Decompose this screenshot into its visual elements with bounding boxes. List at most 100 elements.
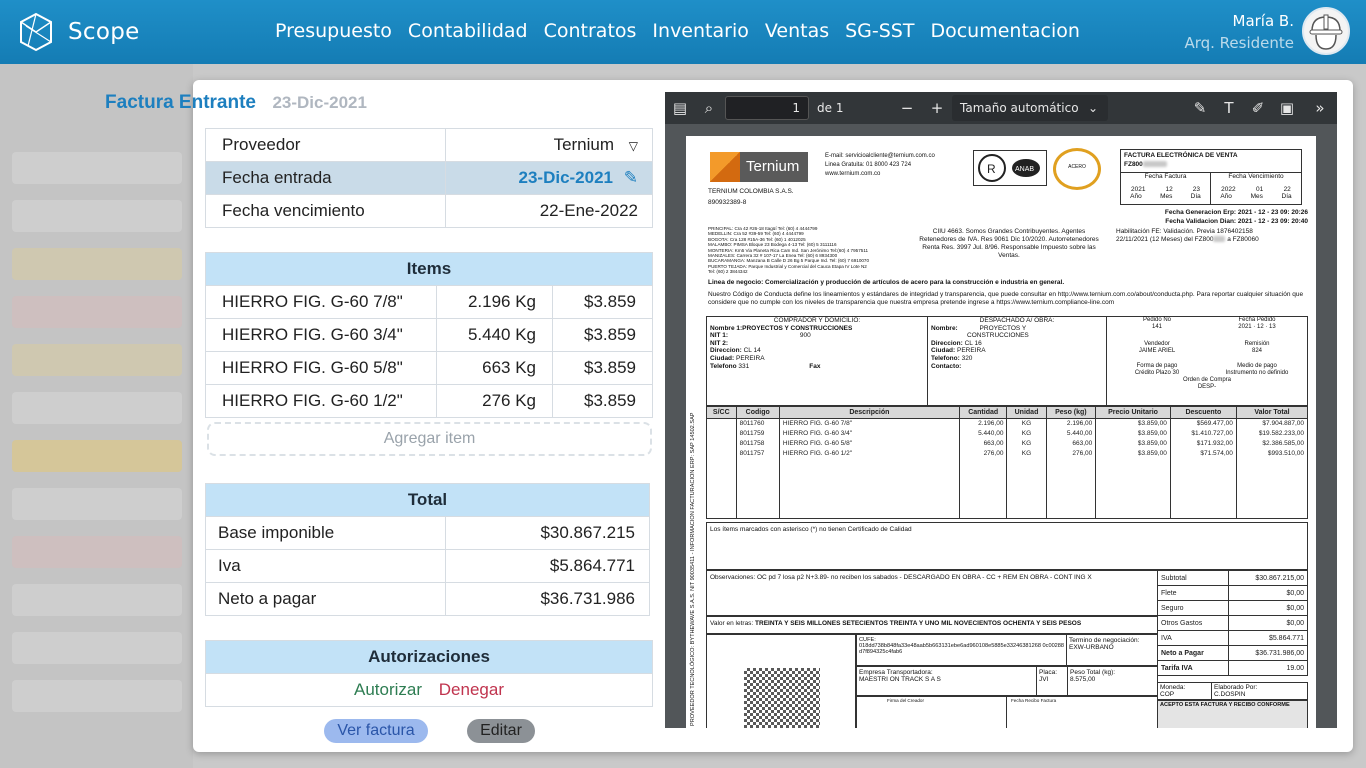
pdf-viewer[interactable]: ▤ ⌕ 1 de 1 − + Tamaño automático ⌄ ✎ T ✐… xyxy=(665,92,1337,728)
pdf-accept-box: ACEPTO ESTA FACTURA Y RECIBO CONFORME xyxy=(1157,700,1308,728)
pdf-ship-row: Nombre: PROYECTOS Y xyxy=(931,325,1103,333)
nav-presupuesto[interactable]: Presupuesto xyxy=(275,20,392,42)
pdf-date-part: 2021 xyxy=(1238,324,1252,330)
authorize-link[interactable]: Autorizar xyxy=(354,680,422,699)
pdf-contact-line: www.ternium.com.co xyxy=(825,171,881,177)
pdf-order-label: Remisión xyxy=(1244,341,1270,347)
pdf-cell: HIERRO FIG. G-60 1/2" xyxy=(778,448,960,459)
pdf-order-value: Instrumento no definido xyxy=(1225,370,1289,376)
pdf-buyer-value: 331 xyxy=(738,362,750,370)
pdf-weight-value: 8.575,00 xyxy=(1070,676,1096,683)
pdf-date-parts: 2022 01 22 xyxy=(1211,186,1301,193)
avatar[interactable] xyxy=(1302,7,1350,55)
text-tool-icon[interactable]: T xyxy=(1220,99,1238,117)
supplier-select[interactable]: Ternium ▽ xyxy=(445,128,653,162)
pdf-ship-value: PROYECTOS Y xyxy=(979,324,1027,332)
pdf-sum-label: Otros Gastos xyxy=(1157,615,1229,631)
edit-button[interactable]: Editar xyxy=(467,719,535,743)
pdf-date-labels: Año Mes Día xyxy=(1211,193,1301,200)
view-invoice-button[interactable]: Ver factura xyxy=(324,719,428,743)
pdf-doc-title-box: FACTURA ELECTRÓNICA DE VENTA FZ800 Fecha… xyxy=(1120,149,1302,205)
pdf-buyer-row: Ciudad: PEREIRA xyxy=(710,355,924,363)
pdf-sum-label: Neto a Pagar xyxy=(1157,645,1229,661)
pdf-date-parts: 2021 12 23 xyxy=(1121,186,1210,193)
bg-block xyxy=(12,536,182,568)
pdf-table-filler xyxy=(706,458,1309,519)
total-label: Iva xyxy=(205,549,446,583)
table-row[interactable]: HIERRO FIG. G-60 7/8" 2.196 Kg $3.859 xyxy=(205,285,653,319)
pencil-icon[interactable]: ✎ xyxy=(624,168,638,188)
pdf-habil-text: a FZ80060 xyxy=(1227,236,1259,243)
search-icon[interactable]: ⌕ xyxy=(700,99,718,117)
nav-documentacion[interactable]: Documentacion xyxy=(930,20,1079,42)
nav-contabilidad[interactable]: Contabilidad xyxy=(408,20,528,42)
highlight-icon[interactable]: ✎ xyxy=(1191,99,1209,117)
pdf-weight-label: Peso Total (kg): xyxy=(1070,669,1116,676)
pdf-ship-label: Nombre: xyxy=(931,324,958,332)
pdf-order-cell: Forma de pago Crédito Plazo 30 xyxy=(1107,363,1207,377)
field-label: Proveedor xyxy=(205,128,446,162)
pdf-cufe-value: 018dd738b848fa33e48aab5b663131ebe6ad9601… xyxy=(859,643,1065,655)
pdf-col-header: Codigo xyxy=(735,406,780,419)
table-row[interactable]: HIERRO FIG. G-60 5/8" 663 Kg $3.859 xyxy=(205,351,653,385)
pdf-cell: KG xyxy=(1006,448,1047,459)
pdf-ciiu: CIIU 4663. Somos Grandes Contribuyentes.… xyxy=(919,228,1099,259)
pdf-conduct: Nuestro Código de Conducta define los li… xyxy=(708,291,1304,306)
nav-inventario[interactable]: Inventario xyxy=(652,20,748,42)
pdf-currency-value: COP xyxy=(1160,691,1175,698)
table-row: Neto a pagar $36.731.986 xyxy=(205,582,650,616)
certification-seal-icon: R ANAB xyxy=(978,154,1040,182)
pdf-cell: $71.574,00 xyxy=(1169,448,1237,459)
pdf-toolbar: ▤ ⌕ 1 de 1 − + Tamaño automático ⌄ ✎ T ✐… xyxy=(665,92,1337,124)
pdf-val-date: Fecha Validacion Dian: 2021 - 12 - 23 09… xyxy=(1165,218,1308,225)
pdf-sum-row: Subtotal $30.867.215,00 xyxy=(1157,570,1309,586)
pdf-order-value: 824 xyxy=(1251,348,1262,354)
pdf-letters-value: TREINTA Y SEIS MILLONES SETECIENTOS TREI… xyxy=(755,620,1082,627)
table-row[interactable]: HIERRO FIG. G-60 3/4" 5.440 Kg $3.859 xyxy=(205,318,653,352)
zoom-select[interactable]: Tamaño automático ⌄ xyxy=(952,95,1108,121)
pdf-cell: KG xyxy=(1006,438,1047,449)
entry-date-field[interactable]: 23-Dic-2021 ✎ xyxy=(445,161,653,195)
deny-link[interactable]: Denegar xyxy=(439,680,504,699)
pdf-cell xyxy=(706,428,737,439)
pdf-cell: $3.859,00 xyxy=(1095,418,1171,429)
pdf-ship-header: DESPACHADO A/ OBRA: xyxy=(979,317,1055,324)
pdf-order-cell: Vendedor JAIME ARIEL xyxy=(1107,341,1207,355)
pdf-sum-label: Tarifa IVA xyxy=(1157,660,1229,676)
bg-block xyxy=(12,344,182,376)
sidebar-toggle-icon[interactable]: ▤ xyxy=(671,99,689,117)
pdf-cell: $171.932,00 xyxy=(1169,438,1237,449)
user-role: Arq. Residente xyxy=(1184,34,1294,52)
pdf-sum-row: Seguro $0,00 xyxy=(1157,600,1309,616)
pdf-cell xyxy=(778,458,960,519)
add-item-button[interactable]: Agregar item xyxy=(207,422,652,456)
pdf-cell xyxy=(706,438,737,449)
nav-sg-sst[interactable]: SG-SST xyxy=(845,20,914,42)
zoom-out-icon[interactable]: − xyxy=(898,99,916,117)
pdf-sum-label: Subtotal xyxy=(1157,570,1229,586)
invoice-title: Factura Entrante xyxy=(105,92,256,113)
pdf-order-row: Forma de pago Crédito Plazo 30 Medio de pa… xyxy=(1107,363,1307,377)
pdf-sum-value: $36.731.986,00 xyxy=(1227,645,1309,661)
pdf-currency-box: Moneda: COP xyxy=(1157,682,1212,700)
page-number-input[interactable]: 1 xyxy=(725,96,809,120)
total-header: Total xyxy=(205,483,650,517)
pdf-buyer-label: Ciudad: xyxy=(710,354,735,362)
pdf-order-cell: Pedido No 141 xyxy=(1107,317,1207,331)
pdf-gen-dates: Fecha Generacion Erp: 2021 - 12 - 23 09:… xyxy=(1165,208,1308,226)
nav-ventas[interactable]: Ventas xyxy=(765,20,829,42)
pdf-table-row: 8011758 HIERRO FIG. G-60 5/8" 663,00 KG 663,… xyxy=(706,438,1309,449)
zoom-in-icon[interactable]: + xyxy=(928,99,946,117)
pdf-order-box: Pedido No 141 Fecha Pedido 2021 · 12 · 13 V… xyxy=(1106,316,1308,406)
brand[interactable]: Scope xyxy=(18,12,140,52)
more-tools-icon[interactable]: » xyxy=(1311,99,1329,117)
draw-icon[interactable]: ✐ xyxy=(1249,99,1267,117)
pdf-order-row: Pedido No 141 Fecha Pedido 2021 · 12 · 13 xyxy=(1107,317,1307,331)
image-icon[interactable]: ▣ xyxy=(1278,99,1296,117)
table-row[interactable]: HIERRO FIG. G-60 1/2" 276 Kg $3.859 xyxy=(205,384,653,418)
pdf-nit: 890932389-8 xyxy=(708,199,747,206)
nav-contratos[interactable]: Contratos xyxy=(544,20,637,42)
main-nav: Presupuesto Contabilidad Contratos Inven… xyxy=(275,20,1080,42)
pdf-ship-row: Direccion: CL 16 xyxy=(931,340,1103,348)
pdf-date-label: Mes xyxy=(1250,193,1263,200)
